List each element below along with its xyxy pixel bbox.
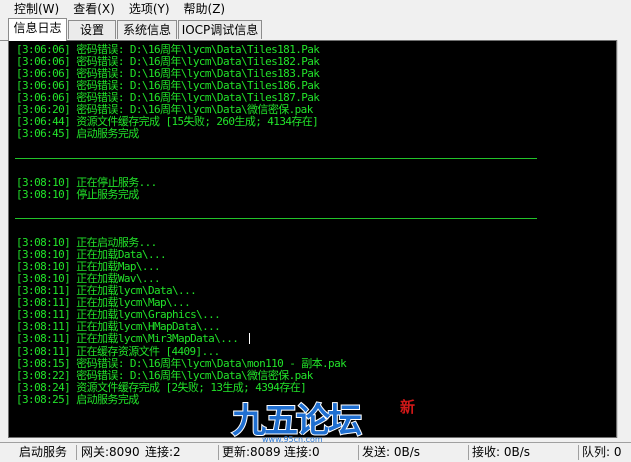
status-divider <box>218 445 219 460</box>
log-separator <box>15 158 537 159</box>
menu-item[interactable]: 帮助(Z) <box>184 0 232 18</box>
status-queue: 队列: 0 <box>582 445 622 459</box>
status-connections: 连接:2 <box>145 445 181 459</box>
tab-info-log[interactable]: 信息日志 <box>8 18 67 41</box>
tab-system-info[interactable]: 系统信息 <box>117 20 177 39</box>
forum-logo: 九五论坛 新 www.95cn.com <box>231 398 415 444</box>
menu-item[interactable]: 控制(W) <box>14 0 65 18</box>
tab-settings[interactable]: 设置 <box>68 20 116 39</box>
tab-iocp-debug[interactable]: IOCP调试信息 <box>178 20 262 39</box>
status-state: 启动服务 <box>19 445 68 459</box>
log-line: [3:08:11] 正在加载lycm\Mir3MapData\... <box>16 332 239 345</box>
status-divider <box>468 445 469 460</box>
logo-badge: 新 <box>400 398 415 416</box>
menu-item[interactable]: 查看(X) <box>73 0 121 18</box>
status-divider <box>578 445 579 460</box>
log-line: [3:08:10] 停止服务完成 <box>16 188 139 201</box>
status-recv-rate: 接收: 0B/s <box>472 445 531 459</box>
menu-item[interactable]: 选项(Y) <box>129 0 176 18</box>
status-divider <box>358 445 359 460</box>
status-divider <box>76 445 77 460</box>
log-line: [3:08:25] 启动服务完成 <box>16 393 139 406</box>
log-separator <box>15 218 537 219</box>
console-scrollbar[interactable] <box>617 40 631 438</box>
status-gateway: 网关:8090 <box>81 445 140 459</box>
status-send-rate: 发送: 0B/s <box>362 445 421 459</box>
status-bar: 启动服务 网关:8090 连接:2 更新:8089 连接:0 发送: 0B/s … <box>0 442 631 462</box>
log-line: [3:06:45] 启动服务完成 <box>16 127 139 140</box>
text-caret <box>249 333 250 344</box>
log-console[interactable]: [3:06:06] 密码错误: D:\16周年\lycm\Data\Tiles1… <box>8 40 617 438</box>
tab-bar: 信息日志 设置 系统信息 IOCP调试信息 <box>0 18 631 41</box>
status-update: 更新:8089 <box>222 445 280 459</box>
menu-bar: 控制(W) 查看(X) 选项(Y) 帮助(Z) <box>0 0 631 18</box>
status-update-connections: 连接:0 <box>284 445 320 459</box>
